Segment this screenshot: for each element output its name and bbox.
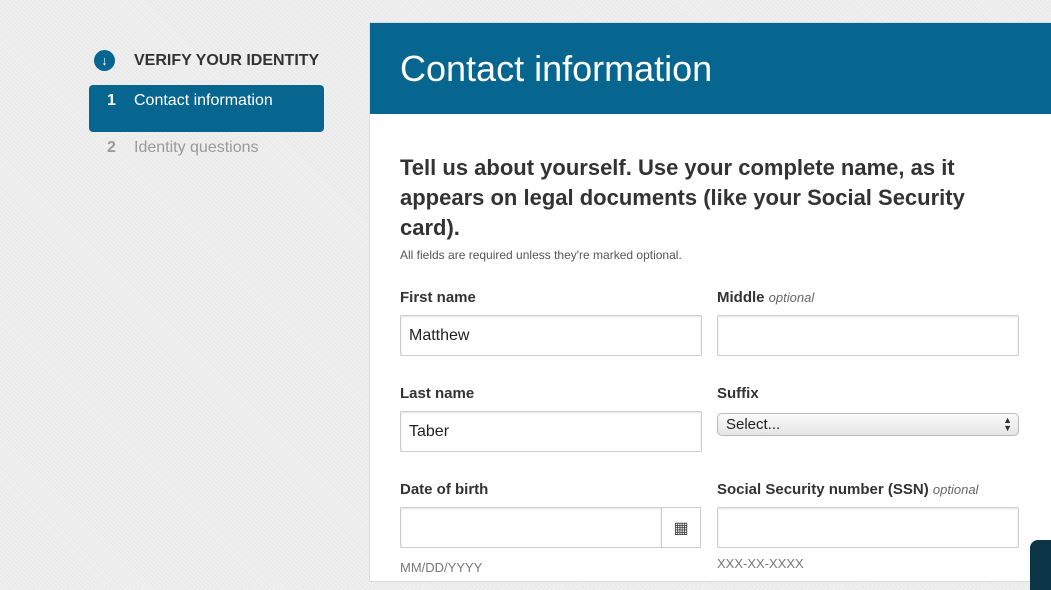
step-label: Contact information xyxy=(134,92,273,109)
step-number: 1 xyxy=(107,92,116,109)
step-label: Identity questions xyxy=(134,139,259,156)
first-name-input[interactable]: Matthew xyxy=(400,315,702,356)
step-number: 2 xyxy=(107,139,116,156)
ssn-hint: XXX-XX-XXXX xyxy=(717,556,804,571)
middle-label: Middle optional xyxy=(717,289,815,306)
page-title: Contact information xyxy=(370,23,1051,114)
feedback-tab[interactable] xyxy=(1030,540,1051,590)
middle-input[interactable] xyxy=(717,315,1019,356)
first-name-label: First name xyxy=(400,289,476,306)
ssn-label: Social Security number (SSN) optional xyxy=(717,481,979,498)
step-contact-information[interactable]: 1 Contact information xyxy=(89,85,324,132)
intro-text: Tell us about yourself. Use your complet… xyxy=(400,155,965,240)
ssn-input[interactable] xyxy=(717,507,1019,548)
calendar-icon[interactable]: ▦ xyxy=(661,507,701,548)
last-name-input[interactable]: Taber xyxy=(400,411,702,452)
dob-label: Date of birth xyxy=(400,481,489,498)
arrow-down-circle-icon: ↓ xyxy=(94,50,115,71)
step-identity-questions[interactable]: 2 Identity questions xyxy=(89,139,324,157)
suffix-select[interactable]: Select... ▲ ▼ xyxy=(717,413,1019,436)
suffix-label: Suffix xyxy=(717,385,759,402)
section-heading: ↓ VERIFY YOUR IDENTITY xyxy=(94,50,319,71)
required-note: All fields are required unless they're m… xyxy=(400,248,682,262)
contact-form-panel: Contact information Tell us about yourse… xyxy=(369,22,1051,582)
section-heading-text: VERIFY YOUR IDENTITY xyxy=(134,51,320,69)
dob-hint: MM/DD/YYYY xyxy=(400,560,483,575)
last-name-label: Last name xyxy=(400,385,475,402)
dob-input[interactable] xyxy=(400,507,662,548)
select-arrows-icon: ▲ ▼ xyxy=(1003,415,1012,433)
